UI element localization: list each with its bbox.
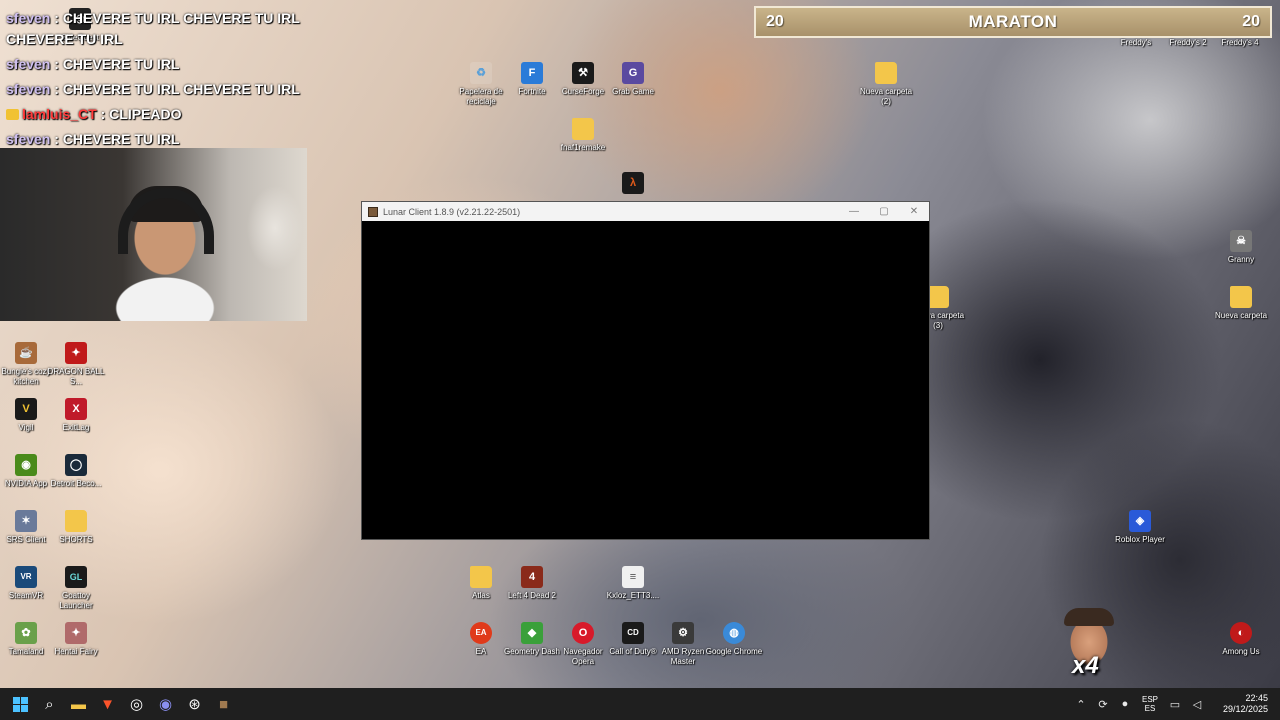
folder-icon	[927, 286, 949, 308]
roblox-icon: ◈	[1129, 510, 1151, 532]
folder-icon	[875, 62, 897, 84]
ea-icon: EA	[470, 622, 492, 644]
maximize-button[interactable]: ▢	[869, 202, 899, 221]
window-title: Lunar Client 1.8.9 (v2.21.22-2501)	[383, 206, 521, 217]
lunar-client-window[interactable]: Lunar Client 1.8.9 (v2.21.22-2501) — ▢ ✕	[361, 201, 930, 540]
fairy-game-icon: ✦	[65, 622, 87, 644]
opera-icon: O	[572, 622, 594, 644]
chat-badge-icon	[6, 109, 19, 120]
lunar-client-icon	[368, 206, 378, 217]
cozy-kitchen-icon: ☕	[15, 342, 37, 364]
maraton-title: MARATON	[968, 12, 1058, 31]
input-language[interactable]: ESP ES	[1136, 695, 1164, 713]
lunar-client-taskbar-icon[interactable]: ■	[209, 688, 238, 720]
window-content[interactable]	[362, 221, 929, 539]
emote-hair	[1064, 608, 1114, 626]
sync-icon[interactable]: ⟳	[1092, 698, 1114, 711]
detroit-icon: ◯	[65, 454, 87, 476]
desktop-icon-halflife[interactable]: λ	[603, 172, 663, 197]
emote-overlay: x4	[1060, 608, 1118, 684]
stream-chat-overlay: sfeven : CHEVERE TU IRL CHEVERE TU IRL C…	[6, 8, 366, 154]
granny-icon: ☠	[1230, 230, 1252, 252]
taskbar-clock[interactable]: 22:45 29/12/2025	[1208, 693, 1268, 715]
maraton-banner: 20 MARATON 20	[754, 6, 1272, 38]
call-of-duty-icon: CD	[622, 622, 644, 644]
dragon-ball-icon: ✦	[65, 342, 87, 364]
desktop-icon-chrome[interactable]: ◍ Google Chrome	[704, 622, 764, 657]
chat-message: sfeven : CHEVERE TU IRL CHEVERE TU IRL C…	[6, 10, 300, 47]
tamaland-icon: ✿	[15, 622, 37, 644]
steam-icon[interactable]: ⊛	[180, 688, 209, 720]
chrome-icon: ◍	[723, 622, 745, 644]
desktop-icon-roblox[interactable]: ◈ Roblox Player	[1110, 510, 1170, 545]
desktop-icon-nueva-carpeta-2[interactable]: Nueva carpeta (2)	[856, 62, 916, 107]
grab-game-icon: G	[622, 62, 644, 84]
webcam-feed	[0, 148, 307, 321]
close-button[interactable]: ✕	[899, 202, 929, 221]
desktop-icon-shorts[interactable]: SHORTS	[46, 510, 106, 545]
document-icon: ≡	[622, 566, 644, 588]
chat-message: lamluis_CT : CLIPEADO	[6, 104, 366, 125]
desktop-icon-dragonball[interactable]: ✦ DRAGON BALL S...	[46, 342, 106, 387]
among-us-icon: ◐	[1230, 622, 1252, 644]
start-button[interactable]	[6, 688, 35, 720]
microphone-icon[interactable]: ●	[1114, 698, 1136, 710]
curseforge-icon: ⚒	[572, 62, 594, 84]
chat-message: sfeven : CHEVERE TU IRL	[6, 56, 180, 72]
emote-text: x4	[1072, 652, 1099, 679]
steamvr-icon: VR	[15, 566, 37, 588]
monitor-icon[interactable]: ▭	[1164, 698, 1186, 711]
goattoy-icon: GL	[65, 566, 87, 588]
folder-icon	[470, 566, 492, 588]
vigil-icon: V	[15, 398, 37, 420]
amd-ryzen-icon: ⚙	[672, 622, 694, 644]
folder-icon	[1230, 286, 1252, 308]
desktop-icon-nueva-carpeta[interactable]: Nueva carpeta	[1211, 286, 1271, 321]
desktop-icon-left4dead2[interactable]: 4 Left 4 Dead 2	[502, 566, 562, 601]
exitlag-icon: X	[65, 398, 87, 420]
maraton-left-count: 20	[766, 13, 784, 30]
fortnite-icon: F	[521, 62, 543, 84]
nvidia-icon: ◉	[15, 454, 37, 476]
discord-icon[interactable]: ◉	[151, 688, 180, 720]
minimize-button[interactable]: —	[839, 202, 869, 221]
volume-icon[interactable]: ◁	[1186, 698, 1208, 711]
chat-message: sfeven : CHEVERE TU IRL	[6, 131, 180, 147]
chevron-up-icon[interactable]: ⌃	[1070, 698, 1092, 711]
srs-client-icon: ✶	[15, 510, 37, 532]
desktop-icon-freddys[interactable]: Freddy's	[1110, 38, 1162, 48]
folder-icon	[572, 118, 594, 140]
search-icon[interactable]: ⌕	[35, 688, 64, 720]
maraton-right-count: 20	[1242, 13, 1260, 30]
desktop-icon-detroit[interactable]: ◯ Detroit Beco...	[46, 454, 106, 489]
desktop-icon-goattoy[interactable]: GL Goattoy Launcher	[46, 566, 106, 611]
windows-icon	[13, 696, 28, 712]
folder-icon	[65, 510, 87, 532]
system-tray: ⌃ ⟳ ● ESP ES ▭ ◁ 22:45 29/12/2025	[1070, 693, 1280, 715]
half-life-icon: λ	[622, 172, 644, 194]
desktop-icon-amongus[interactable]: ◐ Among Us	[1211, 622, 1271, 657]
desktop-icon-freddys4[interactable]: Freddy's 4	[1214, 38, 1266, 48]
desktop-icon-hentaifairy[interactable]: ✦ Hentai Fairy	[46, 622, 106, 657]
desktop-icon-kxloz[interactable]: ≡ Kxloz_ETT3....	[603, 566, 663, 601]
desktop-icon-freddys2[interactable]: Freddy's 2	[1162, 38, 1214, 48]
taskbar: ⌕ ▬ ▼ ◎ ◉ ⊛ ■ ⌃ ⟳ ● ESP ES ▭ ◁ 22:45 29/…	[0, 688, 1280, 720]
recycle-bin-icon: ♻	[470, 62, 492, 84]
desktop-icon-fnaf1remake[interactable]: fnaf1remake	[553, 118, 613, 153]
desktop-icon-exitlag[interactable]: X ExitLag	[46, 398, 106, 433]
desktop-icon-granny[interactable]: ☠ Granny	[1211, 230, 1271, 265]
file-explorer-icon[interactable]: ▬	[64, 688, 93, 720]
desktop-icon-grabgame[interactable]: G Grab Game	[603, 62, 663, 97]
obs-icon[interactable]: ◎	[122, 688, 151, 720]
brave-browser-icon[interactable]: ▼	[93, 688, 122, 720]
left-4-dead-icon: 4	[521, 566, 543, 588]
geometry-dash-icon: ◆	[521, 622, 543, 644]
window-titlebar[interactable]: Lunar Client 1.8.9 (v2.21.22-2501) — ▢ ✕	[362, 202, 929, 221]
chat-message: sfeven : CHEVERE TU IRL CHEVERE TU IRL	[6, 81, 300, 97]
